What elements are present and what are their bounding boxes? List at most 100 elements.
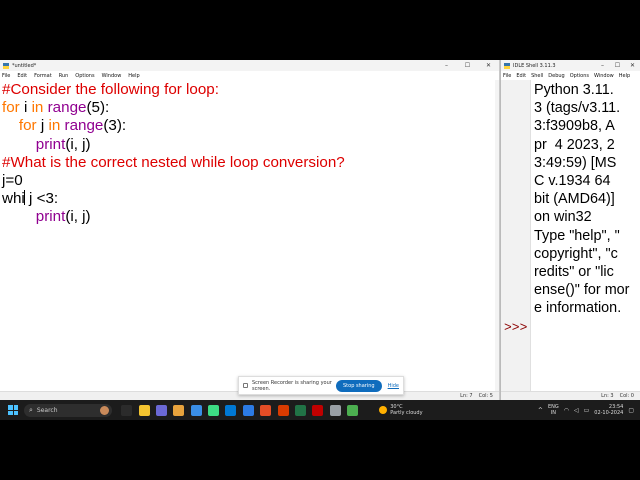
taskbar-app-icon[interactable] <box>208 404 220 416</box>
search-icon: ⌕ <box>29 405 33 414</box>
line-indicator: Ln: 7 <box>460 393 473 399</box>
code-line: j=0 <box>2 172 495 190</box>
taskbar-app-icon[interactable] <box>155 404 167 416</box>
shell-menu-file[interactable]: File <box>503 73 511 79</box>
clock-date: 02-10-2024 <box>594 410 624 416</box>
search-highlight-icon <box>100 405 109 415</box>
code-line: #Consider the following for loop: <box>2 81 495 99</box>
shell-line: ense()" for mor <box>534 282 630 299</box>
code-token: j <box>36 117 49 135</box>
close-icon[interactable]: ✕ <box>478 62 499 69</box>
shell-line: copyright", "c <box>534 245 618 262</box>
taskbar-app-icon[interactable] <box>138 404 150 416</box>
code-token: range <box>47 99 87 117</box>
code-line: whi j <3: <box>2 190 495 208</box>
code-token: i <box>19 99 32 117</box>
code-editor[interactable]: #Consider the following for loop: for i i… <box>2 81 495 227</box>
shell-titlebar: IDLE Shell 3.11.3 – ☐ ✕ <box>501 60 640 71</box>
minimize-icon[interactable]: – <box>595 62 610 69</box>
taskbar-app-icon[interactable] <box>347 404 359 416</box>
search-placeholder: Search <box>36 406 58 414</box>
code-line: print(i, j) <box>2 136 495 154</box>
taskbar-app-icon[interactable] <box>121 404 133 416</box>
editor-menu-help[interactable]: Help <box>128 73 139 79</box>
shell-line: 3 (tags/v3.11. <box>534 100 621 117</box>
idle-icon <box>3 62 9 69</box>
code-token: for <box>2 99 20 117</box>
taskbar-app-icon[interactable] <box>260 404 272 416</box>
code-line: #What is the correct nested while loop c… <box>2 154 495 172</box>
code-line: print(i, j) <box>2 208 495 226</box>
sun-icon <box>379 406 388 414</box>
code-line: for i in range(5): <box>2 99 495 117</box>
stop-sharing-button[interactable]: Stop sharing <box>336 379 382 392</box>
code-line: for j in range(3): <box>2 117 495 135</box>
shell-output[interactable]: Python 3.11. 3 (tags/v3.11. 3:f3909b8, Apr… <box>534 81 638 318</box>
editor-menu-window[interactable]: Window <box>102 73 122 79</box>
code-token: (i, j) <box>65 208 91 226</box>
taskbar-app-icon[interactable] <box>277 404 289 416</box>
editor-menubar: File Edit Format Run Options Window Help <box>0 71 499 80</box>
shell-menu-shell[interactable]: Shell <box>531 73 543 79</box>
notification-icon[interactable]: ▢ <box>628 407 634 414</box>
taskbar-app-icon[interactable] <box>329 404 341 416</box>
shell-statusbar: Ln: 3 Col: 0 <box>501 391 640 400</box>
line-indicator: Ln: 3 <box>601 393 614 399</box>
hide-link[interactable]: Hide <box>388 383 399 389</box>
system-tray: ^ ENG IN ◠ ◁ ▭ 23:54 02-10-2024 ▢ <box>538 404 640 416</box>
editor-menu-format[interactable]: Format <box>34 73 52 79</box>
code-token: print <box>35 135 66 153</box>
editor-scrollbar[interactable] <box>495 80 499 391</box>
shell-line: Python 3.11. <box>534 82 614 98</box>
close-icon[interactable]: ✕ <box>625 62 640 69</box>
language-indicator[interactable]: ENG IN <box>548 404 559 416</box>
shell-line: pr 4 2023, 2 <box>534 136 615 153</box>
minimize-icon[interactable]: – <box>436 62 457 69</box>
taskbar-app-icon[interactable] <box>173 404 185 416</box>
shell-line: 3:49:59) [MS <box>534 154 617 171</box>
code-token: (i, j) <box>65 135 91 153</box>
taskbar-search[interactable]: ⌕ Search <box>24 403 112 417</box>
maximize-icon[interactable]: ☐ <box>457 62 478 69</box>
weather-widget[interactable]: 30°C Partly cloudy <box>379 404 423 416</box>
shell-line: C v.1934 64 <box>534 173 611 190</box>
code-token: in <box>31 99 44 117</box>
shell-title: IDLE Shell 3.11.3 <box>513 62 556 69</box>
windows-start-icon[interactable] <box>8 405 18 415</box>
code-token: whi <box>2 190 25 208</box>
code-token: j <3: <box>24 190 59 208</box>
editor-title: *untitled* <box>12 62 37 69</box>
shell-sidebar: >>> <box>501 80 531 391</box>
wifi-icon[interactable]: ◠ <box>564 407 569 414</box>
shell-line: on win32 <box>534 209 592 226</box>
recorder-message: Screen Recorder is sharing your screen. <box>252 379 332 392</box>
editor-menu-run[interactable]: Run <box>59 73 69 79</box>
maximize-icon[interactable]: ☐ <box>610 62 625 69</box>
chevron-up-icon[interactable]: ^ <box>538 407 543 414</box>
battery-icon[interactable]: ▭ <box>584 407 590 414</box>
shell-menu-debug[interactable]: Debug <box>548 73 564 79</box>
volume-icon[interactable]: ◁ <box>574 407 579 414</box>
shell-menu-help[interactable]: Help <box>619 73 630 79</box>
taskbar-app-icon[interactable] <box>294 404 306 416</box>
code-token: (3): <box>103 117 127 135</box>
shell-menu-window[interactable]: Window <box>594 73 614 79</box>
editor-menu-options[interactable]: Options <box>75 73 94 79</box>
shell-menu-edit[interactable]: Edit <box>516 73 526 79</box>
code-token: (5): <box>86 99 110 117</box>
taskbar: ⌕ Search 30°C Partly cloudy ^ ENG IN ◠ ◁… <box>0 400 640 420</box>
shell-line: Type "help", " <box>534 227 620 244</box>
taskbar-app-icon[interactable] <box>242 404 254 416</box>
taskbar-app-icon[interactable] <box>190 404 202 416</box>
pinned-apps <box>118 404 361 416</box>
taskbar-app-icon[interactable] <box>312 404 324 416</box>
editor-menu-file[interactable]: File <box>2 73 10 79</box>
editor-menu-edit[interactable]: Edit <box>17 73 27 79</box>
clock[interactable]: 23:54 02-10-2024 <box>594 404 623 416</box>
code-token: range <box>64 117 104 135</box>
code-token: for <box>18 117 37 135</box>
taskbar-app-icon[interactable] <box>225 404 237 416</box>
shell-menu-options[interactable]: Options <box>570 73 589 79</box>
